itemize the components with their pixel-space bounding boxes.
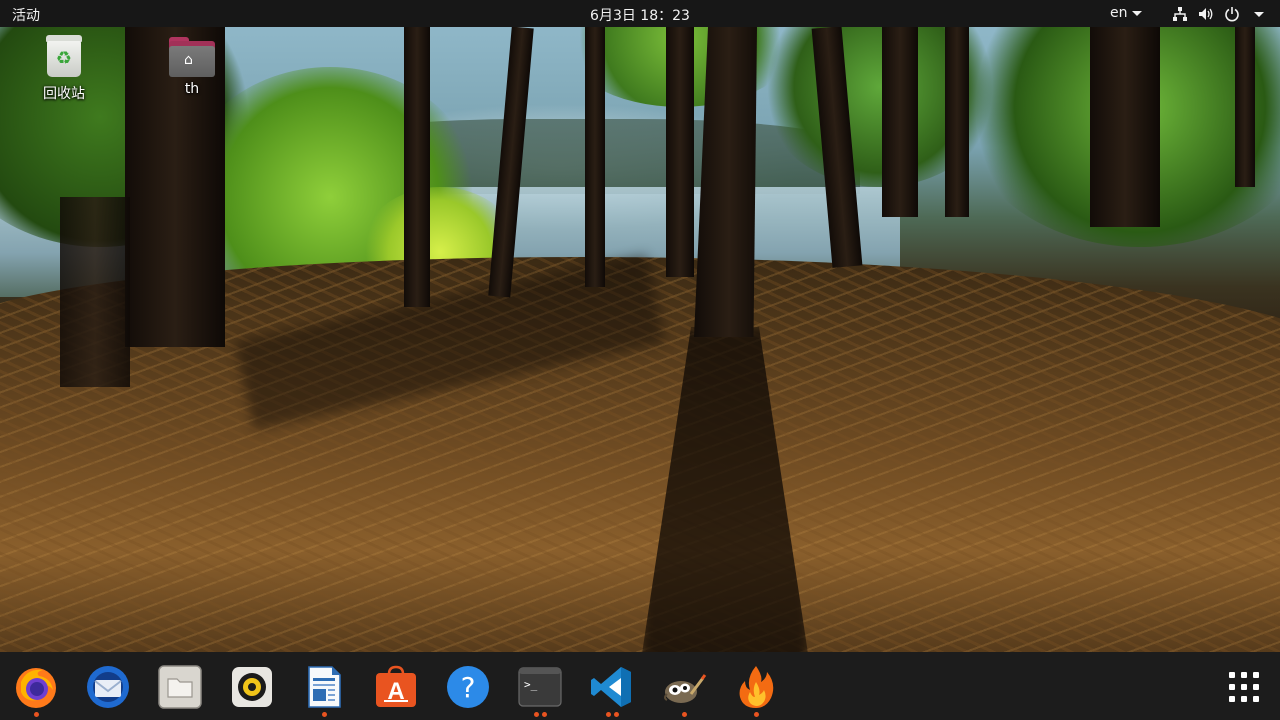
tree-trunk — [666, 27, 694, 277]
tree-trunk — [585, 27, 605, 287]
activities-button[interactable]: 活动 — [12, 5, 40, 25]
dock-app-software[interactable]: A — [371, 662, 421, 712]
dock-app-thunderbird[interactable] — [83, 662, 133, 712]
tree-trunk — [882, 27, 918, 217]
running-indicator — [587, 712, 637, 718]
dock-app-help[interactable]: ? — [443, 662, 493, 712]
svg-text:>_: >_ — [524, 678, 538, 691]
dock-app-files[interactable] — [155, 662, 205, 712]
language-indicator[interactable]: en — [1110, 5, 1142, 21]
system-tray-menu[interactable] — [1172, 4, 1264, 24]
power-icon — [1225, 7, 1239, 22]
firefox-icon — [16, 668, 56, 708]
files-icon — [158, 665, 202, 709]
tree-trunk — [1090, 27, 1160, 227]
trash-icon: ♻ — [46, 35, 82, 77]
dock-app-flame[interactable] — [731, 662, 781, 717]
home-folder-icon: ⌂ — [169, 37, 215, 77]
flame-icon — [739, 666, 774, 708]
running-indicator — [299, 712, 349, 718]
dock-app-terminal[interactable]: >_ — [515, 662, 565, 717]
tree-trunk — [60, 197, 130, 387]
chevron-down-icon — [1254, 11, 1264, 17]
svg-text:?: ? — [461, 671, 476, 704]
vscode-icon — [591, 667, 631, 707]
tree-trunk — [1235, 27, 1255, 187]
date-time-button[interactable]: 6月3日 18：23 — [590, 8, 690, 24]
dock-app-firefox[interactable] — [11, 662, 61, 717]
dock-app-vscode[interactable] — [587, 662, 637, 717]
show-applications-button[interactable] — [1222, 668, 1266, 708]
language-label: en — [1110, 5, 1128, 21]
dock-app-rhythmbox[interactable] — [227, 662, 277, 712]
desktop-wallpaper — [0, 27, 1280, 652]
running-indicator — [659, 712, 709, 718]
software-icon: A — [376, 665, 416, 707]
rhythmbox-icon — [232, 667, 272, 707]
dock-app-writer[interactable] — [299, 662, 349, 717]
desktop-icon-label: 回收站 — [43, 86, 85, 102]
volume-icon — [1199, 8, 1213, 20]
running-indicator — [515, 712, 565, 718]
writer-icon — [308, 666, 341, 708]
gimp-icon — [664, 674, 707, 703]
running-indicator — [731, 712, 781, 718]
desktop-icon-home[interactable]: ⌂ th — [144, 37, 240, 97]
desktop-icon-trash[interactable]: ♻ 回收站 — [16, 35, 112, 103]
network-icon — [1173, 7, 1187, 21]
dock-app-gimp[interactable] — [659, 662, 709, 717]
clock-area: 6月3日 18：23 — [0, 5, 1280, 25]
dock: A ? >_ — [0, 652, 1280, 720]
top-bar: 活动 6月3日 18：23 en — [0, 0, 1280, 27]
running-indicator — [11, 712, 61, 718]
chevron-down-icon — [1131, 10, 1142, 16]
tree-trunk — [404, 27, 430, 307]
terminal-icon: >_ — [518, 667, 562, 707]
desktop-icon-label: th — [184, 81, 200, 97]
thunderbird-icon — [87, 666, 129, 708]
tree-trunk — [945, 27, 969, 217]
help-icon: ? — [447, 666, 489, 708]
